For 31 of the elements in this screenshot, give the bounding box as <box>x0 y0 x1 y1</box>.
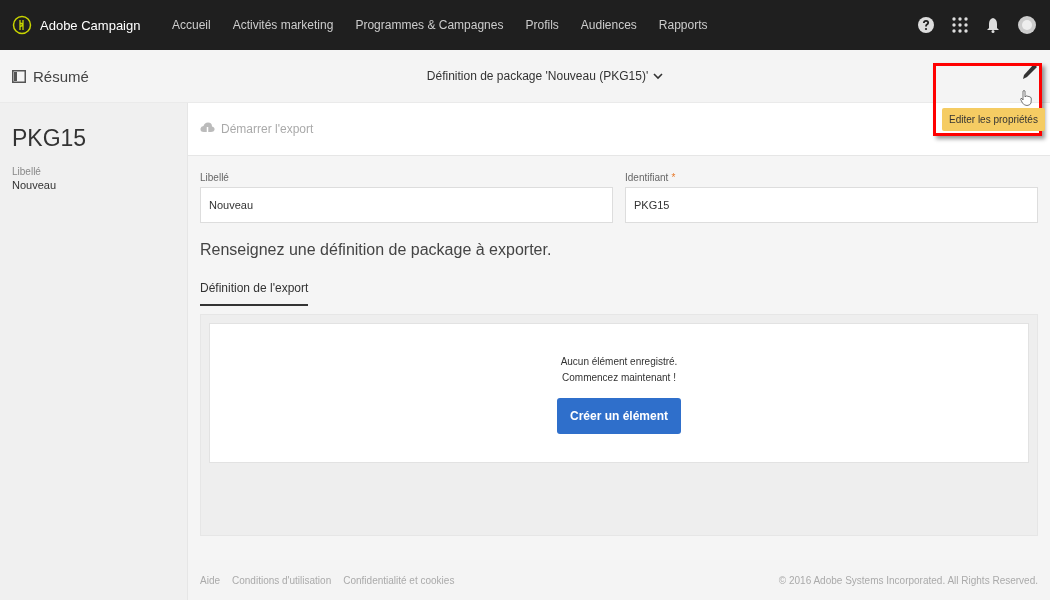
nav-link[interactable]: Programmes & Campagnes <box>355 18 504 32</box>
empty-message: Commencez maintenant ! <box>562 371 676 385</box>
tooltip: Editer les propriétés <box>942 108 1045 131</box>
nav-link[interactable]: Rapports <box>658 18 708 32</box>
copyright-text: © 2016 Adobe Systems Incorporated. All Rights Reserved. <box>778 574 1038 586</box>
app-name: Adobe Campaign <box>40 17 141 33</box>
nav-link[interactable]: Audiences <box>580 18 637 32</box>
nav-link[interactable]: Activités marketing <box>232 18 334 32</box>
summary-label[interactable]: Résumé <box>33 67 89 85</box>
nav-link[interactable]: Accueil <box>172 18 211 32</box>
help-icon[interactable] <box>918 17 934 33</box>
sidebar-title: PKG15 <box>12 125 88 152</box>
input-field[interactable]: Nouveau <box>200 187 613 223</box>
tab[interactable]: Définition de l'export <box>200 281 309 306</box>
page-title: Définition de package 'Nouveau (PKG15)' <box>426 69 649 83</box>
field-value: Nouveau <box>12 179 58 191</box>
input-field[interactable]: PKG15 <box>625 187 1038 223</box>
nav-link[interactable]: Profils <box>525 18 559 32</box>
empty-message: Aucun élément enregistré. <box>560 355 678 369</box>
chevron-down-icon[interactable] <box>653 72 664 80</box>
logo-icon <box>12 15 32 35</box>
panel-icon[interactable] <box>12 69 26 83</box>
section-heading: Renseignez une définition de package à exporter. <box>200 241 553 259</box>
apps-grid-icon[interactable] <box>952 17 968 33</box>
required-mark: * <box>671 172 676 183</box>
field-label: Libellé <box>12 166 42 177</box>
field-label: Identifiant <box>625 172 669 183</box>
field-label: Libellé <box>200 172 229 183</box>
avatar-icon[interactable] <box>1018 16 1036 34</box>
create-item-button[interactable]: Créer un élément <box>556 398 681 434</box>
bell-icon[interactable] <box>986 17 1000 33</box>
